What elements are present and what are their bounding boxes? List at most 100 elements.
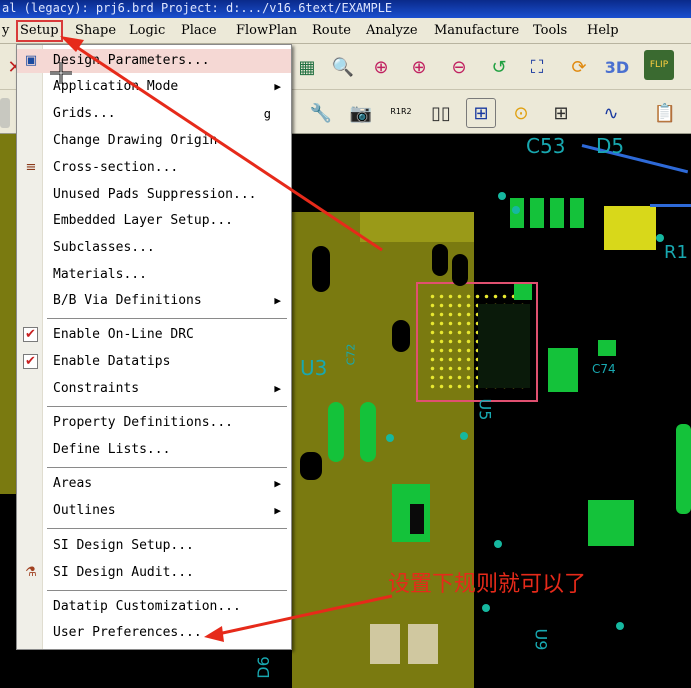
- pad: [410, 504, 424, 534]
- menu-outlines[interactable]: Outlines ▶: [17, 499, 291, 523]
- menu-datatip-customization[interactable]: Datatip Customization...: [17, 595, 291, 619]
- trace: [650, 204, 691, 207]
- pad-cluster: [604, 206, 656, 250]
- menu-separator: [47, 590, 287, 592]
- refdes-c74: C74: [592, 362, 616, 376]
- menu-unused-pads-suppression[interactable]: Unused Pads Suppression...: [17, 183, 291, 207]
- refdes-r1: R1: [664, 242, 688, 263]
- zoom-points-icon[interactable]: 🔍: [328, 52, 358, 82]
- checkbox-checked-icon: ✔: [23, 327, 38, 342]
- component-body: [392, 320, 410, 352]
- pad: [676, 424, 691, 514]
- menu-design-parameters[interactable]: ▣ Design Parameters...: [17, 49, 291, 73]
- menu-separator: [47, 528, 287, 530]
- menu-place[interactable]: Place: [181, 22, 217, 40]
- pad: [328, 402, 344, 462]
- refdes-d6: D6: [253, 656, 273, 679]
- pad: [530, 198, 544, 228]
- zoom-previous-icon[interactable]: ↺: [484, 52, 514, 82]
- menu-enable-online-drc[interactable]: ✔ Enable On-Line DRC: [17, 323, 291, 347]
- grids-accelerator: g: [263, 107, 271, 121]
- refdes-u3: U3: [300, 356, 328, 380]
- menu-cross-section[interactable]: ≡ Cross-section...: [17, 156, 291, 180]
- pad: [370, 624, 400, 664]
- menu-areas[interactable]: Areas ▶: [17, 472, 291, 496]
- zoom-world-icon[interactable]: ⛶: [522, 52, 552, 82]
- pad: [550, 198, 564, 228]
- waveform-icon[interactable]: ∿: [596, 98, 626, 128]
- pad: [598, 340, 616, 356]
- pad: [408, 624, 438, 664]
- pad: [588, 500, 634, 546]
- via: [482, 604, 490, 612]
- menu-subclasses[interactable]: Subclasses...: [17, 236, 291, 260]
- menu-change-drawing-origin[interactable]: Change Drawing Origin: [17, 129, 291, 153]
- bubble-icon[interactable]: ⊙: [506, 98, 536, 128]
- menu-route[interactable]: Route: [312, 22, 351, 40]
- menu-logic[interactable]: Logic: [129, 22, 165, 40]
- menu-materials[interactable]: Materials...: [17, 263, 291, 287]
- refdes-c72: C72: [344, 343, 358, 366]
- submenu-arrow-icon: ▶: [274, 504, 281, 517]
- via: [386, 434, 394, 442]
- setup-dropdown-menu: ▣ Design Parameters... Application Mode …: [16, 44, 292, 650]
- design-parameters-icon: ▣: [24, 53, 38, 68]
- refdes-u9: U9: [531, 628, 551, 651]
- bga-icon[interactable]: ⊞: [546, 98, 576, 128]
- menu-bb-via-definitions[interactable]: B/B Via Definitions ▶: [17, 289, 291, 313]
- menu-view[interactable]: y: [2, 22, 9, 40]
- component-body: [432, 244, 448, 276]
- refdes-c53: C53: [526, 134, 566, 158]
- menu-si-design-setup[interactable]: SI Design Setup...: [17, 534, 291, 558]
- rename-refdes-icon[interactable]: R1R2: [386, 96, 416, 126]
- menu-si-design-audit[interactable]: ⚗ SI Design Audit...: [17, 561, 291, 585]
- menu-application-mode[interactable]: Application Mode ▶: [17, 75, 291, 99]
- refdes-d5: D5: [596, 134, 625, 158]
- rename-refdes-label: R1R2: [390, 106, 412, 116]
- menu-analyze[interactable]: Analyze: [366, 22, 418, 40]
- 3d-view-icon[interactable]: 3D: [602, 52, 632, 82]
- via: [498, 192, 506, 200]
- menu-define-lists[interactable]: Define Lists...: [17, 438, 291, 462]
- wrench-icon[interactable]: 🔧: [306, 98, 336, 128]
- swap-icon[interactable]: ▯▯: [426, 98, 456, 128]
- zoom-in-icon[interactable]: ⊕: [404, 52, 434, 82]
- zoom-out-icon[interactable]: ⊖: [444, 52, 474, 82]
- pad: [548, 348, 578, 392]
- menu-shape[interactable]: Shape: [75, 22, 116, 40]
- submenu-arrow-icon: ▶: [274, 382, 281, 395]
- via: [460, 432, 468, 440]
- menu-property-definitions[interactable]: Property Definitions...: [17, 411, 291, 435]
- component-body: [312, 246, 330, 292]
- menu-flowplan[interactable]: FlowPlan: [236, 22, 297, 40]
- component-body: [452, 254, 468, 286]
- bga-center: [478, 304, 530, 388]
- menu-manufacture[interactable]: Manufacture: [434, 22, 519, 40]
- menu-enable-datatips[interactable]: ✔ Enable Datatips: [17, 350, 291, 374]
- pad: [514, 284, 532, 300]
- camera-icon[interactable]: 📷: [346, 98, 376, 128]
- menu-tools[interactable]: Tools: [533, 22, 567, 40]
- menu-setup[interactable]: Setup: [16, 20, 63, 42]
- zoom-fit-icon[interactable]: ⊕: [366, 52, 396, 82]
- grid-toggle-icon[interactable]: ▦: [292, 52, 322, 82]
- checkbox-checked-icon: ✔: [23, 354, 38, 369]
- menu-constraints[interactable]: Constraints ▶: [17, 377, 291, 401]
- flip-view-icon[interactable]: FLIP: [644, 50, 674, 80]
- menu-separator: [47, 406, 287, 408]
- menu-user-preferences[interactable]: User Preferences...: [17, 621, 291, 645]
- via-array-icon[interactable]: ⊞: [466, 98, 496, 128]
- menu-embedded-layer-setup[interactable]: Embedded Layer Setup...: [17, 209, 291, 233]
- via: [512, 206, 520, 214]
- menu-help[interactable]: Help: [587, 22, 619, 40]
- toolbar-handle: [0, 98, 10, 128]
- si-audit-icon: ⚗: [25, 565, 37, 580]
- cross-section-icon: ≡: [25, 160, 37, 175]
- menu-grids[interactable]: Grids... g: [17, 102, 291, 126]
- pad: [360, 402, 376, 462]
- pad: [570, 198, 584, 228]
- redraw-icon[interactable]: ⟳: [564, 52, 594, 82]
- report-icon[interactable]: 📋: [650, 98, 680, 128]
- submenu-arrow-icon: ▶: [274, 477, 281, 490]
- menu-separator: [47, 467, 287, 469]
